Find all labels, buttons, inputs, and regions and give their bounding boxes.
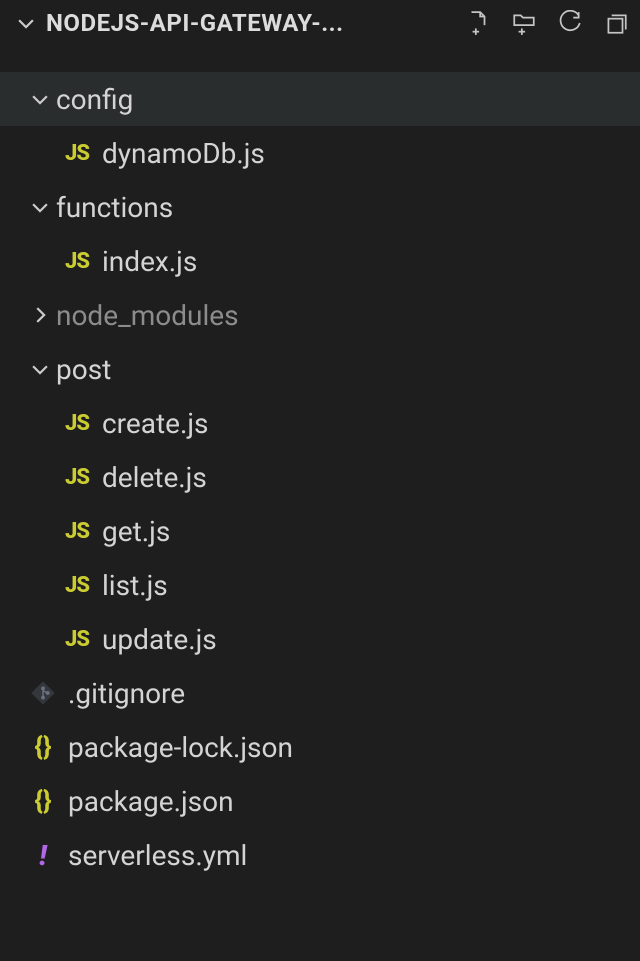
js-file-icon: JS <box>58 465 96 490</box>
chevron-down-icon[interactable] <box>12 12 40 34</box>
file-row[interactable]: JSupdate.js <box>0 612 640 666</box>
file-label: update.js <box>102 623 217 656</box>
js-file-icon: JS <box>58 411 96 436</box>
js-file-icon: JS <box>58 249 96 274</box>
chevron-down-icon[interactable] <box>24 196 56 218</box>
file-label: serverless.yml <box>68 839 247 872</box>
new-file-icon[interactable] <box>460 5 496 41</box>
file-label: list.js <box>102 569 168 602</box>
file-row[interactable]: JSdynamoDb.js <box>0 126 640 180</box>
json-file-icon: {} <box>24 786 62 816</box>
file-label: dynamoDb.js <box>102 137 265 170</box>
project-title: NODEJS-API-GATEWAY-... <box>46 9 460 37</box>
folder-row[interactable]: functions <box>0 180 640 234</box>
file-row[interactable]: JSindex.js <box>0 234 640 288</box>
yaml-file-icon: ! <box>24 839 62 872</box>
file-row[interactable]: JSget.js <box>0 504 640 558</box>
chevron-down-icon[interactable] <box>24 358 56 380</box>
new-folder-icon[interactable] <box>506 5 542 41</box>
file-label: package-lock.json <box>68 731 293 764</box>
file-tree: configJSdynamoDb.jsfunctionsJSindex.jsno… <box>0 46 640 882</box>
file-row[interactable]: !serverless.yml <box>0 828 640 882</box>
explorer-panel: NODEJS-API-GATEWAY-... <box>0 0 640 961</box>
file-label: .gitignore <box>68 677 185 710</box>
folder-label: node_modules <box>56 299 239 332</box>
gitignore-file-icon <box>24 679 62 707</box>
js-file-icon: JS <box>58 627 96 652</box>
js-file-icon: JS <box>58 573 96 598</box>
js-file-icon: JS <box>58 519 96 544</box>
chevron-down-icon[interactable] <box>24 88 56 110</box>
file-label: get.js <box>102 515 170 548</box>
file-label: delete.js <box>102 461 207 494</box>
explorer-header: NODEJS-API-GATEWAY-... <box>0 0 640 46</box>
json-file-icon: {} <box>24 732 62 762</box>
folder-label: post <box>56 353 111 386</box>
file-row[interactable]: .gitignore <box>0 666 640 720</box>
file-label: index.js <box>102 245 197 278</box>
folder-row[interactable]: config <box>0 72 640 126</box>
folder-label: config <box>56 83 133 116</box>
file-label: create.js <box>102 407 209 440</box>
file-label: package.json <box>68 785 234 818</box>
file-row[interactable]: {}package.json <box>0 774 640 828</box>
file-row[interactable]: JSlist.js <box>0 558 640 612</box>
chevron-right-icon[interactable] <box>24 304 56 326</box>
file-row[interactable]: JScreate.js <box>0 396 640 450</box>
folder-row[interactable]: node_modules <box>0 288 640 342</box>
file-row[interactable]: JSdelete.js <box>0 450 640 504</box>
js-file-icon: JS <box>58 141 96 166</box>
file-row[interactable]: {}package-lock.json <box>0 720 640 774</box>
refresh-icon[interactable] <box>552 5 588 41</box>
folder-label: functions <box>56 191 173 224</box>
folder-row[interactable]: post <box>0 342 640 396</box>
collapse-all-icon[interactable] <box>598 5 634 41</box>
